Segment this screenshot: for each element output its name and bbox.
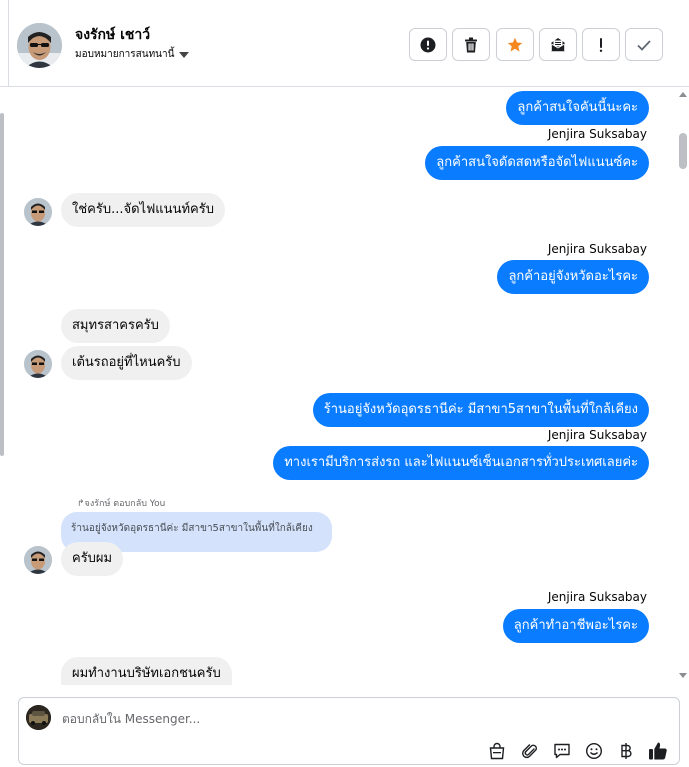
incoming-message[interactable]: ผมทำงานบริษัทเอกชนครับ xyxy=(61,657,232,685)
scroll-down-arrow-icon[interactable] xyxy=(679,673,687,678)
baht-icon[interactable] xyxy=(615,740,637,762)
incoming-message[interactable]: ครับผม xyxy=(61,542,124,576)
mark-spam-button[interactable] xyxy=(409,28,447,61)
thumbs-up-icon[interactable] xyxy=(647,740,669,762)
divider xyxy=(8,0,9,87)
assign-conversation-dropdown[interactable]: มอบหมายการสนทนานี้ xyxy=(75,47,190,62)
follow-up-button[interactable] xyxy=(582,28,620,61)
incoming-message[interactable]: เต้นรถอยู่ที่ไหนครับ xyxy=(61,346,192,380)
paperclip-icon[interactable] xyxy=(519,740,541,762)
assign-label: มอบหมายการสนทนานี้ xyxy=(75,49,175,60)
saved-replies-icon[interactable] xyxy=(551,740,573,762)
sender-name: Jenjira Suksabay xyxy=(547,590,647,604)
contact-avatar[interactable] xyxy=(17,23,62,68)
mark-done-button[interactable] xyxy=(625,28,663,61)
chevron-down-icon xyxy=(179,51,190,58)
outgoing-message[interactable]: ลูกค้าทำอาชีพอะไรคะ xyxy=(502,609,649,643)
outgoing-message[interactable]: ทางเรามีบริการส่งรถ และไฟแนนซ์เซ็นเอกสาร… xyxy=(273,446,649,480)
outgoing-message[interactable]: ลูกค้าสนใจดัดสดหรือจัดไฟแนนซ์คะ xyxy=(425,146,649,180)
star-button[interactable] xyxy=(496,28,534,61)
page-avatar xyxy=(26,705,51,730)
contact-avatar-small[interactable] xyxy=(24,198,52,226)
shopping-bag-icon[interactable] xyxy=(486,740,508,762)
sender-name: Jenjira Suksabay xyxy=(547,127,647,141)
incoming-message[interactable]: ใช่ครับ...จัดไฟแนนท์ครับ xyxy=(61,193,225,227)
mark-unread-button[interactable] xyxy=(539,28,577,61)
contact-avatar-small[interactable] xyxy=(24,546,52,574)
reply-indicator: ↱จงรักษ์ ตอบกลับ You xyxy=(77,499,166,509)
contact-name[interactable]: จงรักษ์ เชาว์ xyxy=(75,24,150,46)
sender-name: Jenjira Suksabay xyxy=(547,242,647,256)
emoji-icon[interactable] xyxy=(583,740,605,762)
star-icon xyxy=(507,37,523,53)
conversation-header: จงรักษ์ เชาว์ มอบหมายการสนทนานี้ xyxy=(0,0,689,87)
checkmark-icon xyxy=(636,38,652,52)
trash-icon xyxy=(464,37,478,53)
sender-name: Jenjira Suksabay xyxy=(547,428,647,442)
exclamation-icon xyxy=(598,37,604,53)
alert-circle-icon xyxy=(420,37,436,53)
scroll-up-arrow-icon[interactable] xyxy=(679,92,687,97)
reply-composer xyxy=(18,697,680,765)
delete-button[interactable] xyxy=(452,28,490,61)
outgoing-message[interactable]: ลูกค้าสนใจคันนี้นะคะ xyxy=(506,91,649,125)
incoming-message[interactable]: สมุทรสาครครับ xyxy=(61,309,170,343)
outgoing-message[interactable]: ร้านอยู่จังหวัดอุดรธานีค่ะ มีสาขา5สาขาใน… xyxy=(312,393,649,427)
outgoing-message[interactable]: ลูกค้าอยู่จังหวัดอะไรคะ xyxy=(497,260,649,294)
chat-scrollbar-thumb[interactable] xyxy=(679,133,687,169)
reply-input[interactable] xyxy=(62,709,622,729)
contact-avatar-small[interactable] xyxy=(24,350,52,378)
envelope-open-icon xyxy=(550,37,566,53)
page-scrollbar[interactable] xyxy=(0,113,4,456)
